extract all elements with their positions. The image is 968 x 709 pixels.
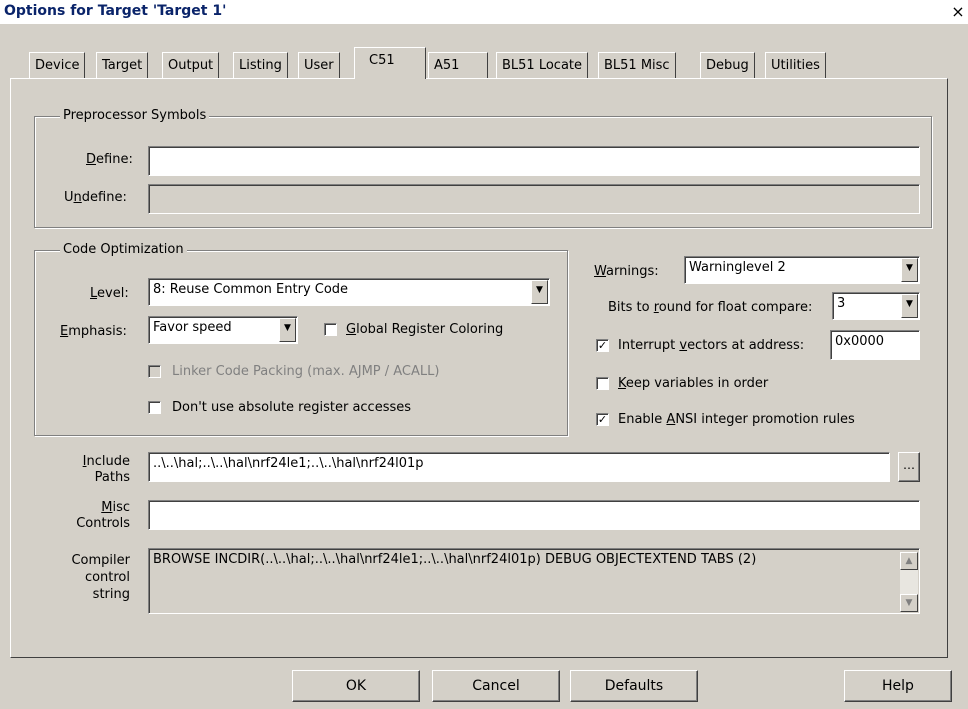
- window-title: Options for Target 'Target 1': [4, 3, 227, 19]
- global-register-coloring-checkbox[interactable]: [324, 323, 337, 336]
- emphasis-label: Emphasis:: [60, 324, 127, 339]
- tab-listing[interactable]: Listing: [233, 52, 288, 78]
- compiler-control-label: Compiler control string: [64, 552, 130, 603]
- chevron-down-icon[interactable]: ▼: [901, 294, 918, 318]
- title-bar: Options for Target 'Target 1' ×: [0, 0, 968, 24]
- bits-round-select[interactable]: 3 ▼: [832, 292, 920, 320]
- cancel-button[interactable]: Cancel: [432, 670, 560, 702]
- tab-device[interactable]: Device: [29, 52, 86, 78]
- chevron-down-icon[interactable]: ▼: [901, 258, 918, 282]
- warnings-label: Warnings:: [594, 264, 659, 279]
- code-optimization-legend: Code Optimization: [60, 242, 187, 257]
- scrollbar-track[interactable]: [900, 570, 918, 594]
- check-icon: ✓: [597, 339, 608, 352]
- include-paths-label: Include Paths: [82, 454, 130, 485]
- tab-user[interactable]: User: [298, 52, 340, 78]
- compiler-control-value: BROWSE INCDIR(..\..\hal;..\..\hal\nrf24l…: [153, 552, 757, 567]
- ansi-promotion-label: Enable ANSI integer promotion rules: [618, 412, 855, 427]
- tab-utilities[interactable]: Utilities: [765, 52, 826, 78]
- tab-output[interactable]: Output: [162, 52, 220, 78]
- tab-bl51-locate[interactable]: BL51 Locate: [496, 52, 589, 78]
- emphasis-select[interactable]: Favor speed ▼: [148, 316, 298, 344]
- compiler-label-line2: control: [84, 570, 130, 585]
- misc-controls-label: Misc Controls: [76, 500, 130, 531]
- bits-round-value: 3: [837, 296, 846, 311]
- chevron-down-icon[interactable]: ▼: [531, 280, 548, 304]
- compiler-control-string: BROWSE INCDIR(..\..\hal;..\..\hal\nrf24l…: [148, 548, 920, 614]
- interrupt-address-input[interactable]: 0x0000: [830, 330, 920, 360]
- undefine-input[interactable]: [148, 184, 920, 214]
- preprocessor-legend: Preprocessor Symbols: [60, 108, 210, 123]
- tab-c51[interactable]: C51: [354, 47, 426, 79]
- tab-debug[interactable]: Debug: [700, 52, 755, 78]
- interrupt-vectors-checkbox[interactable]: ✓: [596, 339, 609, 352]
- tab-bl51-misc[interactable]: BL51 Misc: [598, 52, 676, 78]
- compiler-label-line3: string: [92, 587, 130, 602]
- compiler-label-line1: Compiler: [71, 553, 130, 568]
- linker-code-packing-checkbox[interactable]: [148, 365, 161, 378]
- bits-round-label: Bits to round for float compare:: [608, 300, 813, 315]
- interrupt-vectors-label: Interrupt vectors at address:: [618, 338, 805, 353]
- global-register-coloring-label: Global Register Coloring: [346, 322, 504, 337]
- warnings-value: Warninglevel 2: [689, 260, 786, 275]
- no-absolute-register-label: Don't use absolute register accesses: [172, 400, 412, 415]
- warnings-select[interactable]: Warninglevel 2 ▼: [684, 256, 920, 284]
- undefine-label: Undefine:: [64, 190, 127, 205]
- define-label: Define:: [86, 152, 133, 167]
- scroll-down-icon[interactable]: ▼: [900, 594, 918, 612]
- check-icon: ✓: [597, 413, 608, 426]
- level-value: 8: Reuse Common Entry Code: [153, 282, 349, 297]
- ansi-promotion-checkbox[interactable]: ✓: [596, 413, 609, 426]
- defaults-button[interactable]: Defaults: [570, 670, 698, 702]
- level-label: Level:: [90, 286, 129, 301]
- keep-variables-label: Keep variables in order: [618, 376, 769, 391]
- close-icon[interactable]: ×: [950, 4, 966, 20]
- keep-variables-checkbox[interactable]: [596, 377, 609, 390]
- tab-target[interactable]: Target: [96, 52, 149, 78]
- ellipsis-icon: …: [903, 458, 915, 472]
- linker-code-packing-label: Linker Code Packing (max. AJMP / ACALL): [172, 364, 440, 379]
- help-button[interactable]: Help: [844, 670, 952, 702]
- chevron-down-icon[interactable]: ▼: [279, 318, 296, 342]
- include-paths-input[interactable]: ..\..\hal;..\..\hal\nrf24le1;..\..\hal\n…: [148, 452, 890, 482]
- browse-include-button[interactable]: …: [898, 452, 920, 482]
- misc-controls-input[interactable]: [148, 500, 920, 530]
- emphasis-value: Favor speed: [153, 320, 232, 335]
- level-select[interactable]: 8: Reuse Common Entry Code ▼: [148, 278, 550, 306]
- define-input[interactable]: [148, 146, 920, 176]
- no-absolute-register-checkbox[interactable]: [148, 401, 161, 414]
- ok-button[interactable]: OK: [292, 670, 420, 702]
- scroll-up-icon[interactable]: ▲: [900, 552, 918, 570]
- tab-a51[interactable]: A51: [428, 52, 488, 78]
